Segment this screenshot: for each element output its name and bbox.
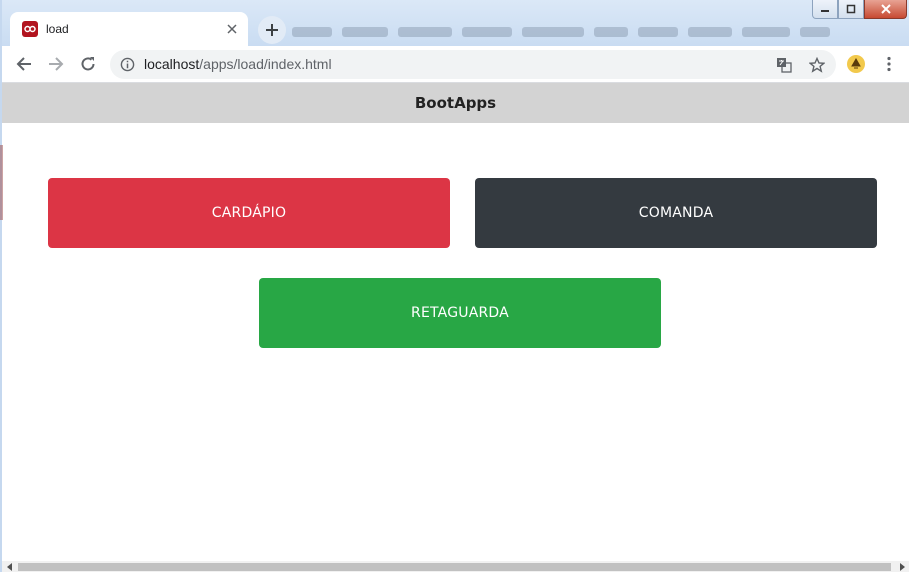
arrow-left-icon <box>16 57 31 71</box>
close-icon <box>880 4 891 14</box>
reload-button[interactable] <box>78 54 98 74</box>
cardapio-button[interactable]: CARDÁPIO <box>48 178 450 248</box>
url-text: localhost/apps/load/index.html <box>144 56 332 72</box>
browser-title-bar: load <box>0 0 909 46</box>
new-tab-button[interactable] <box>258 16 286 44</box>
extension-icon[interactable] <box>846 54 866 74</box>
browser-toolbar: localhost/apps/load/index.html <box>2 46 909 83</box>
close-window-button[interactable] <box>864 0 907 19</box>
restore-icon <box>846 4 856 14</box>
page-title: BootApps <box>414 94 497 112</box>
bookmarks-bar-blurred <box>292 24 904 40</box>
scroll-left-icon[interactable] <box>5 562 15 572</box>
arrow-right-icon <box>49 57 64 71</box>
minimize-button[interactable] <box>812 0 838 19</box>
retaguarda-button[interactable]: RETAGUARDA <box>259 278 661 348</box>
info-icon[interactable] <box>120 57 135 72</box>
translate-icon[interactable] <box>774 55 794 75</box>
forward-button[interactable] <box>46 54 66 74</box>
close-icon[interactable] <box>224 21 240 37</box>
address-bar[interactable]: localhost/apps/load/index.html <box>110 50 836 79</box>
url-path: /apps/load/index.html <box>199 56 332 72</box>
app-header: BootApps <box>2 83 909 123</box>
back-button[interactable] <box>14 54 34 74</box>
star-icon[interactable] <box>807 55 827 75</box>
browser-tab[interactable]: load <box>10 12 248 46</box>
scroll-right-icon[interactable] <box>897 562 907 572</box>
comanda-button[interactable]: COMANDA <box>475 178 877 248</box>
reload-icon <box>81 57 95 71</box>
horizontal-scrollbar[interactable] <box>2 561 909 572</box>
window-controls <box>812 0 907 19</box>
app-logo-icon <box>22 21 38 37</box>
maximize-button[interactable] <box>838 0 864 19</box>
kebab-menu-icon[interactable] <box>879 54 899 74</box>
plus-icon <box>266 24 278 36</box>
url-host: localhost <box>144 56 200 72</box>
scrollbar-thumb[interactable] <box>18 563 891 571</box>
window-edge-shadow <box>0 145 3 220</box>
tab-title: load <box>46 22 69 36</box>
minimize-icon <box>821 10 829 12</box>
